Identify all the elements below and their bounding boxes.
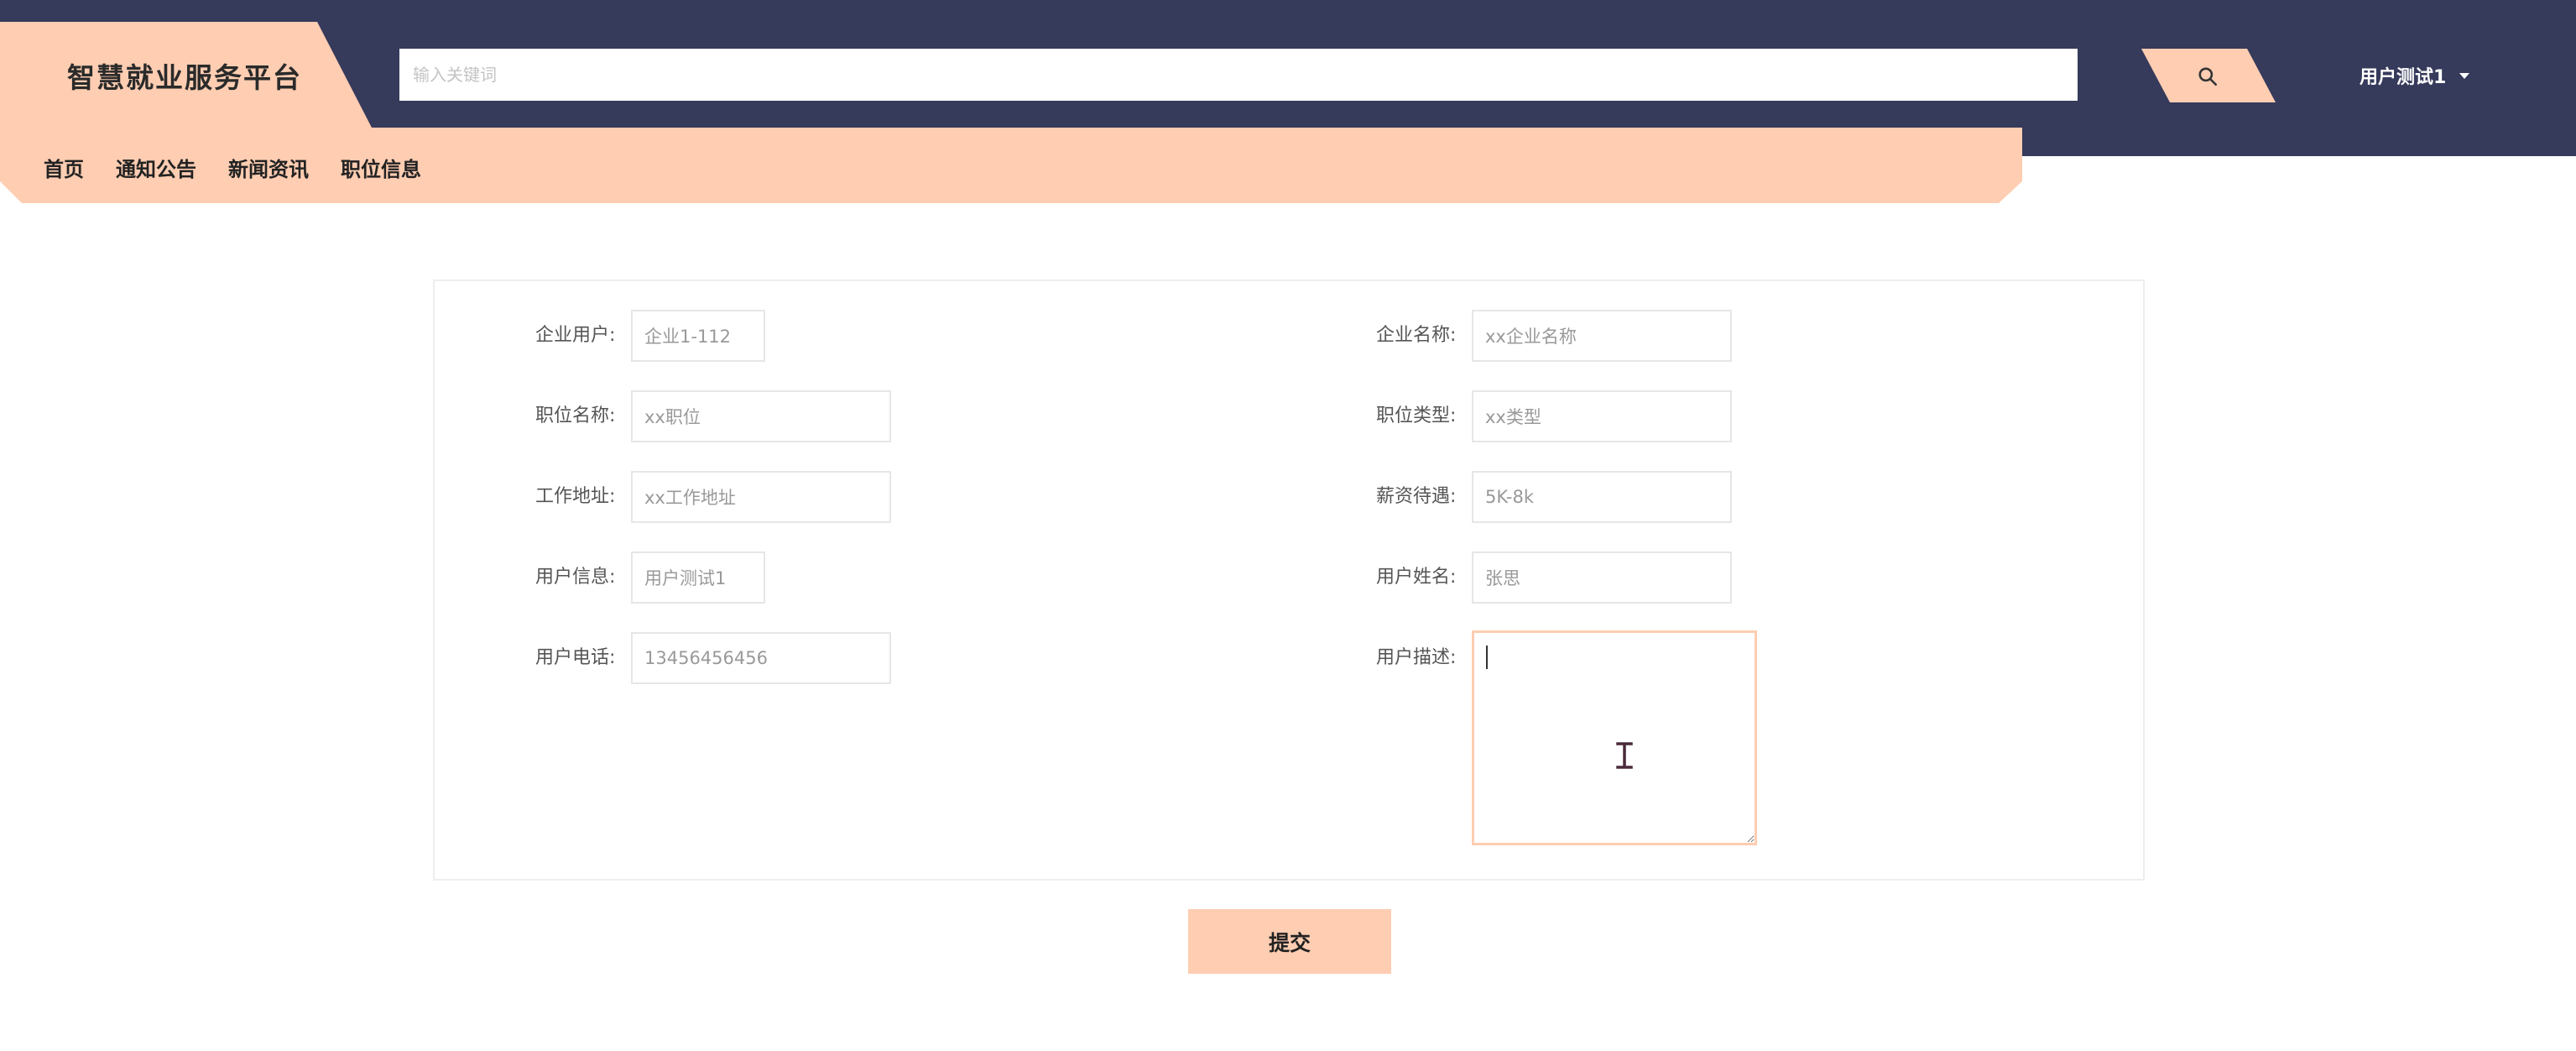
site-title: 智慧就业服务平台 xyxy=(67,61,302,94)
search-icon xyxy=(2198,67,2218,86)
user-phone-label: 用户电话: xyxy=(535,647,616,668)
position-name-input[interactable] xyxy=(631,390,891,442)
user-desc-label: 用户描述: xyxy=(1376,647,1457,668)
user-menu[interactable]: 用户测试1 xyxy=(2360,62,2470,89)
company-user-label: 企业用户: xyxy=(535,325,616,346)
company-name-input[interactable] xyxy=(1472,310,1732,362)
user-info-input[interactable] xyxy=(631,552,765,604)
nav-item-notices[interactable]: 通知公告 xyxy=(116,153,196,182)
work-address-label: 工作地址: xyxy=(535,486,616,507)
ibeam-cursor-icon xyxy=(1614,741,1635,770)
submit-button[interactable]: 提交 xyxy=(1188,909,1391,974)
nav-bar: 首页 通知公告 新闻资讯 职位信息 xyxy=(0,128,2022,203)
position-name-label: 职位名称: xyxy=(535,405,616,426)
search-input[interactable] xyxy=(399,49,2078,101)
position-type-label: 职位类型: xyxy=(1376,405,1457,426)
user-name-input[interactable] xyxy=(1472,552,1732,604)
company-name-label: 企业名称: xyxy=(1376,325,1457,346)
user-desc-textarea[interactable] xyxy=(1472,630,1757,845)
caret-down-icon xyxy=(2459,72,2470,79)
user-phone-input[interactable] xyxy=(631,632,891,684)
position-type-input[interactable] xyxy=(1472,390,1732,442)
nav-item-news[interactable]: 新闻资讯 xyxy=(228,153,309,182)
nav-item-jobs[interactable]: 职位信息 xyxy=(341,153,421,182)
user-info-label: 用户信息: xyxy=(535,567,616,588)
main-nav: 首页 通知公告 新闻资讯 职位信息 xyxy=(44,153,421,182)
job-application-form: 企业用户: 职位名称: 工作地址: 用户信息: 用户电话: 企业名称: 职位类型… xyxy=(433,280,2145,881)
user-menu-label: 用户测试1 xyxy=(2360,67,2447,88)
company-user-input[interactable] xyxy=(631,310,765,362)
salary-label: 薪资待遇: xyxy=(1376,486,1457,507)
nav-item-home[interactable]: 首页 xyxy=(44,153,84,182)
text-caret xyxy=(1486,646,1488,669)
salary-input[interactable] xyxy=(1472,471,1732,523)
user-name-label: 用户姓名: xyxy=(1376,567,1457,588)
work-address-input[interactable] xyxy=(631,471,891,523)
